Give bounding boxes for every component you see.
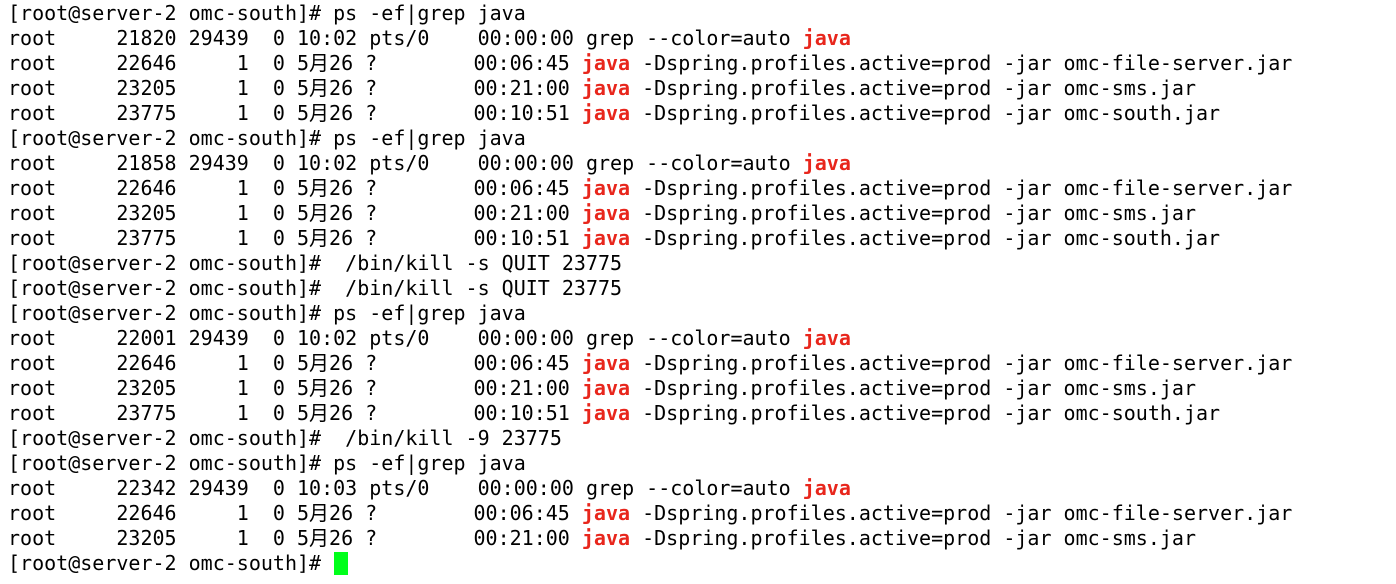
grep-match-highlight: java <box>581 526 631 550</box>
process-info-text: root 21858 29439 0 10:02 pts/0 00:00:00 … <box>8 151 803 175</box>
process-info-text: root 22001 29439 0 10:02 pts/0 00:00:00 … <box>8 326 803 350</box>
process-args-text: -Dspring.profiles.active=prod -jar omc-f… <box>630 501 1293 525</box>
prompt-line: [root@server-2 omc-south]# ps -ef|grep j… <box>8 301 1396 326</box>
process-line: root 22646 1 0 5月26 ? 00:06:45 java -Dsp… <box>8 51 1396 76</box>
terminal-output: [root@server-2 omc-south]# ps -ef|grep j… <box>8 1 1396 576</box>
process-info-text: root 22342 29439 0 10:03 pts/0 00:00:00 … <box>8 476 803 500</box>
prompt-line: [root@server-2 omc-south]# ps -ef|grep j… <box>8 126 1396 151</box>
grep-match-highlight: java <box>581 376 631 400</box>
process-line: root 22646 1 0 5月26 ? 00:06:45 java -Dsp… <box>8 351 1396 376</box>
process-info-text: root 23775 1 0 5月26 ? 00:10:51 <box>8 101 582 125</box>
prompt-line: [root@server-2 omc-south]# /bin/kill -s … <box>8 276 1396 301</box>
command-text: [root@server-2 omc-south]# ps -ef|grep j… <box>8 301 526 325</box>
process-info-text: root 22646 1 0 5月26 ? 00:06:45 <box>8 351 582 375</box>
process-args-text: -Dspring.profiles.active=prod -jar omc-s… <box>630 101 1221 125</box>
process-args-text: -Dspring.profiles.active=prod -jar omc-s… <box>630 401 1221 425</box>
process-line: root 21858 29439 0 10:02 pts/0 00:00:00 … <box>8 151 1396 176</box>
grep-match-highlight: java <box>581 176 631 200</box>
process-info-text: root 22646 1 0 5月26 ? 00:06:45 <box>8 51 582 75</box>
process-info-text: root 23205 1 0 5月26 ? 00:21:00 <box>8 376 582 400</box>
prompt-text: [root@server-2 omc-south]# <box>8 551 334 575</box>
grep-match-highlight: java <box>802 476 851 500</box>
command-text: [root@server-2 omc-south]# /bin/kill -9 … <box>8 426 562 450</box>
process-info-text: root 23775 1 0 5月26 ? 00:10:51 <box>8 226 582 250</box>
command-text: [root@server-2 omc-south]# ps -ef|grep j… <box>8 451 526 475</box>
grep-match-highlight: java <box>581 501 631 525</box>
prompt-line: [root@server-2 omc-south]# ps -ef|grep j… <box>8 1 1396 26</box>
prompt-line: [root@server-2 omc-south]# /bin/kill -9 … <box>8 426 1396 451</box>
process-info-text: root 23205 1 0 5月26 ? 00:21:00 <box>8 76 582 100</box>
grep-match-highlight: java <box>581 401 631 425</box>
process-info-text: root 23775 1 0 5月26 ? 00:10:51 <box>8 401 582 425</box>
process-line: root 23775 1 0 5月26 ? 00:10:51 java -Dsp… <box>8 226 1396 251</box>
process-info-text: root 22646 1 0 5月26 ? 00:06:45 <box>8 501 582 525</box>
process-line: root 23205 1 0 5月26 ? 00:21:00 java -Dsp… <box>8 376 1396 401</box>
active-prompt-line: [root@server-2 omc-south]# <box>8 551 1396 576</box>
grep-match-highlight: java <box>581 201 631 225</box>
process-line: root 23775 1 0 5月26 ? 00:10:51 java -Dsp… <box>8 401 1396 426</box>
command-text: [root@server-2 omc-south]# /bin/kill -s … <box>8 251 623 275</box>
command-text: [root@server-2 omc-south]# /bin/kill -s … <box>8 276 623 300</box>
process-args-text: -Dspring.profiles.active=prod -jar omc-s… <box>630 526 1196 550</box>
prompt-line: [root@server-2 omc-south]# ps -ef|grep j… <box>8 451 1396 476</box>
process-args-text: -Dspring.profiles.active=prod -jar omc-f… <box>630 351 1293 375</box>
grep-match-highlight: java <box>581 226 631 250</box>
process-line: root 22646 1 0 5月26 ? 00:06:45 java -Dsp… <box>8 176 1396 201</box>
command-text: [root@server-2 omc-south]# ps -ef|grep j… <box>8 126 526 150</box>
process-line: root 22646 1 0 5月26 ? 00:06:45 java -Dsp… <box>8 501 1396 526</box>
command-text: [root@server-2 omc-south]# ps -ef|grep j… <box>8 1 526 25</box>
grep-match-highlight: java <box>581 101 631 125</box>
process-line: root 22001 29439 0 10:02 pts/0 00:00:00 … <box>8 326 1396 351</box>
process-args-text: -Dspring.profiles.active=prod -jar omc-s… <box>630 376 1196 400</box>
grep-match-highlight: java <box>802 26 851 50</box>
text-cursor[interactable] <box>334 552 349 575</box>
process-info-text: root 22646 1 0 5月26 ? 00:06:45 <box>8 176 582 200</box>
process-line: root 21820 29439 0 10:02 pts/0 00:00:00 … <box>8 26 1396 51</box>
terminal-window[interactable]: [root@server-2 omc-south]# ps -ef|grep j… <box>0 1 1396 584</box>
grep-match-highlight: java <box>581 351 631 375</box>
process-line: root 23205 1 0 5月26 ? 00:21:00 java -Dsp… <box>8 201 1396 226</box>
process-args-text: -Dspring.profiles.active=prod -jar omc-f… <box>630 51 1293 75</box>
grep-match-highlight: java <box>802 151 851 175</box>
process-args-text: -Dspring.profiles.active=prod -jar omc-f… <box>630 176 1293 200</box>
process-args-text: -Dspring.profiles.active=prod -jar omc-s… <box>630 76 1196 100</box>
process-info-text: root 23205 1 0 5月26 ? 00:21:00 <box>8 526 582 550</box>
process-args-text: -Dspring.profiles.active=prod -jar omc-s… <box>630 226 1221 250</box>
process-line: root 23205 1 0 5月26 ? 00:21:00 java -Dsp… <box>8 76 1396 101</box>
prompt-line: [root@server-2 omc-south]# /bin/kill -s … <box>8 251 1396 276</box>
process-line: root 22342 29439 0 10:03 pts/0 00:00:00 … <box>8 476 1396 501</box>
process-args-text: -Dspring.profiles.active=prod -jar omc-s… <box>630 201 1196 225</box>
process-info-text: root 21820 29439 0 10:02 pts/0 00:00:00 … <box>8 26 803 50</box>
process-line: root 23205 1 0 5月26 ? 00:21:00 java -Dsp… <box>8 526 1396 551</box>
process-info-text: root 23205 1 0 5月26 ? 00:21:00 <box>8 201 582 225</box>
process-line: root 23775 1 0 5月26 ? 00:10:51 java -Dsp… <box>8 101 1396 126</box>
grep-match-highlight: java <box>581 76 631 100</box>
grep-match-highlight: java <box>581 51 631 75</box>
grep-match-highlight: java <box>802 326 851 350</box>
